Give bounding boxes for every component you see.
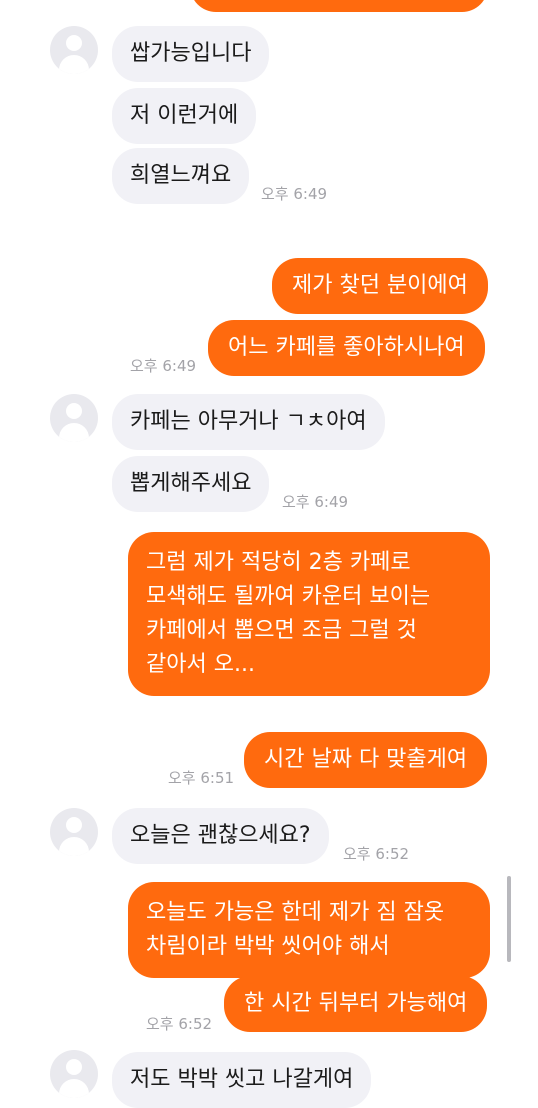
- incoming-message-bubble[interactable]: 카페는 아무거나 ㄱㅊ아여: [112, 394, 385, 450]
- avatar-shoulders-shape: [59, 423, 89, 442]
- sender-avatar-icon[interactable]: [50, 394, 98, 442]
- sender-avatar-icon[interactable]: [50, 1050, 98, 1098]
- avatar-shoulders-shape: [59, 55, 89, 74]
- avatar-shoulders-shape: [59, 837, 89, 856]
- sender-avatar-icon[interactable]: [50, 26, 98, 74]
- outgoing-message-bubble[interactable]: 오늘도 가능은 한데 제가 짐 잠옷 차림이라 박박 씻어야 해서: [128, 882, 490, 978]
- incoming-message-bubble[interactable]: 희열느껴요: [112, 148, 250, 204]
- sender-avatar-icon[interactable]: [50, 808, 98, 856]
- outgoing-message-bubble[interactable]: 그럼 제가 적당히 2층 카페로 모색해도 될까여 카운터 보이는 카페에서 뽑…: [128, 532, 490, 696]
- outgoing-message-bubble[interactable]: 어느 카페를 좋아하시나여: [208, 320, 485, 376]
- outgoing-message-bubble[interactable]: 제가 찾던 분이에여: [272, 258, 488, 314]
- avatar-head-shape: [66, 1059, 82, 1075]
- message-timestamp: 오후 6:49: [130, 357, 197, 375]
- incoming-message-bubble[interactable]: 오늘은 괜찮으세요?: [112, 808, 329, 864]
- outgoing-message-bubble[interactable]: 한 시간 뒤부터 가능해여: [224, 976, 488, 1032]
- incoming-message-bubble[interactable]: 뽑게해주세요: [112, 456, 270, 512]
- chat-scrollbar[interactable]: [507, 876, 511, 962]
- outgoing-message-bubble[interactable]: 시간 날짜 다 맞출게여: [244, 732, 488, 788]
- avatar-head-shape: [66, 817, 82, 833]
- message-timestamp: 오후 6:52: [146, 1015, 213, 1033]
- incoming-message-bubble[interactable]: 저도 박박 씻고 나갈게여: [112, 1052, 372, 1108]
- message-timestamp: 오후 6:51: [168, 769, 235, 787]
- avatar-head-shape: [66, 35, 82, 51]
- partial-outgoing-bubble-top: [190, 0, 488, 12]
- avatar-shoulders-shape: [59, 1079, 89, 1098]
- incoming-message-bubble[interactable]: 쌉가능입니다: [112, 26, 270, 82]
- avatar-head-shape: [66, 403, 82, 419]
- message-timestamp: 오후 6:49: [261, 185, 328, 203]
- message-timestamp: 오후 6:52: [343, 845, 410, 863]
- message-timestamp: 오후 6:49: [282, 493, 349, 511]
- incoming-message-bubble[interactable]: 저 이런거에: [112, 88, 257, 144]
